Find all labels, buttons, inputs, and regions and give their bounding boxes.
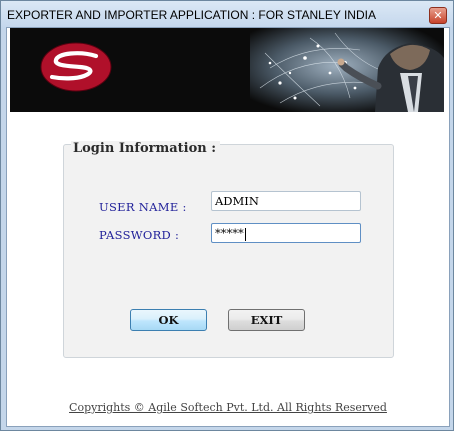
group-title: Login Information :	[71, 141, 221, 156]
username-input[interactable]: ADMIN	[211, 191, 361, 211]
username-label: USER NAME :	[99, 200, 187, 214]
password-input[interactable]: *****	[211, 223, 361, 243]
close-icon: ✕	[433, 9, 443, 22]
password-value: *****	[215, 226, 244, 240]
exit-button[interactable]: EXIT	[228, 309, 305, 331]
close-button[interactable]: ✕	[429, 7, 447, 24]
application-window: EXPORTER AND IMPORTER APPLICATION : FOR …	[0, 0, 454, 431]
window-title: EXPORTER AND IMPORTER APPLICATION : FOR …	[7, 8, 376, 22]
ok-button[interactable]: OK	[130, 309, 207, 331]
login-form: Login Information : USER NAME : ADMIN PA…	[6, 27, 450, 427]
password-label: PASSWORD :	[99, 228, 180, 242]
copyright-link[interactable]: Copyrights © Agile Softech Pvt. Ltd. All…	[7, 401, 449, 414]
text-caret	[244, 227, 246, 241]
login-information-group: Login Information : USER NAME : ADMIN PA…	[63, 141, 394, 358]
header-banner	[10, 28, 444, 112]
stanley-s-logo-icon	[40, 42, 112, 92]
businessman-world-network-image	[250, 28, 444, 112]
username-value: ADMIN	[215, 194, 259, 208]
title-bar[interactable]: EXPORTER AND IMPORTER APPLICATION : FOR …	[1, 1, 453, 29]
